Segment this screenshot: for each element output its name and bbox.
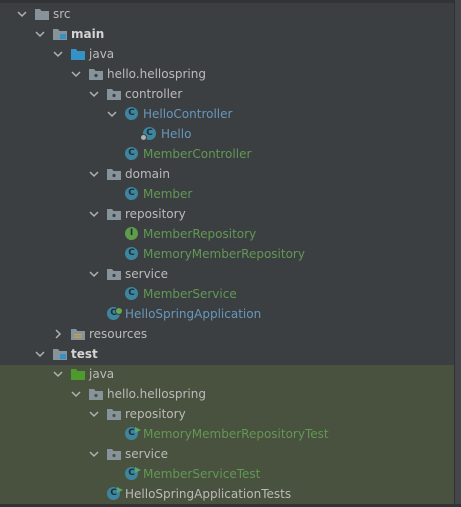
tree-node-test-java[interactable]: java <box>0 364 454 384</box>
tree-node-repository[interactable]: repository <box>0 204 454 224</box>
tree-node-label: Member <box>143 187 193 201</box>
vertical-scrollbar[interactable] <box>455 0 461 507</box>
chevron-down-icon[interactable] <box>88 208 100 220</box>
tree-node-test[interactable]: test <box>0 344 454 364</box>
tree-node-label: hello.hellospring <box>107 67 206 81</box>
inner-class-icon: C <box>140 127 156 141</box>
resources-folder-icon <box>71 329 85 340</box>
tree-node-label: hello.hellospring <box>107 387 206 401</box>
test-folder-icon <box>71 369 85 380</box>
test-class-icon: C <box>107 487 123 500</box>
chevron-down-icon[interactable] <box>34 28 46 40</box>
top-divider <box>0 0 461 3</box>
chevron-down-icon[interactable] <box>16 8 28 20</box>
tree-node-member-service[interactable]: C MemberService <box>0 284 454 304</box>
tree-node-label: HelloSpringApplication <box>125 307 262 321</box>
tree-node-test-service[interactable]: service <box>0 444 454 464</box>
tree-node-label: repository <box>125 407 186 421</box>
class-icon: C <box>125 187 138 200</box>
chevron-down-icon[interactable] <box>88 408 100 420</box>
tree-node-label: MemberController <box>143 147 252 161</box>
tree-node-service[interactable]: service <box>0 264 454 284</box>
spring-boot-class-icon: C <box>107 307 123 320</box>
tree-node-label: service <box>125 447 168 461</box>
tree-node-label: java <box>89 47 115 61</box>
package-icon <box>107 409 121 420</box>
tree-node-label: HelloSpringApplicationTests <box>125 487 292 501</box>
chevron-down-icon[interactable] <box>34 348 46 360</box>
class-icon: C <box>125 287 138 300</box>
package-icon <box>107 269 121 280</box>
tree-node-memory-member-repository-test[interactable]: C MemoryMemberRepositoryTest <box>0 424 454 444</box>
chevron-down-icon[interactable] <box>88 268 100 280</box>
tree-node-main[interactable]: main <box>0 24 454 44</box>
tree-node-member-service-test[interactable]: C MemberServiceTest <box>0 464 454 484</box>
chevron-down-icon[interactable] <box>70 68 82 80</box>
tree-node-hello-controller[interactable]: C HelloController <box>0 104 454 124</box>
tree-node-label: MemberServiceTest <box>143 467 261 481</box>
tree-node-label: Hello <box>161 127 192 141</box>
tree-node-label: service <box>125 267 168 281</box>
package-icon <box>107 89 121 100</box>
tree-node-label: src <box>53 7 71 21</box>
chevron-down-icon[interactable] <box>52 48 64 60</box>
tree-node-member-repository[interactable]: I MemberRepository <box>0 224 454 244</box>
tree-node-label: MemberRepository <box>143 227 257 241</box>
package-icon <box>107 169 121 180</box>
module-folder-icon <box>53 29 67 40</box>
tree-node-main-java[interactable]: java <box>0 44 454 64</box>
tree-node-label: main <box>71 27 105 41</box>
tree-node-resources[interactable]: resources <box>0 324 454 344</box>
tree-node-label: HelloController <box>143 107 233 121</box>
test-class-icon: C <box>125 427 141 440</box>
tree-node-memory-member-repository[interactable]: C MemoryMemberRepository <box>0 244 454 264</box>
tree-node-label: controller <box>125 87 183 101</box>
tree-node-hello-spring-application[interactable]: C HelloSpringApplication <box>0 304 454 324</box>
class-icon: C <box>125 247 138 260</box>
tree-node-label: resources <box>89 327 148 341</box>
chevron-down-icon[interactable] <box>106 108 118 120</box>
tree-node-test-repository[interactable]: repository <box>0 404 454 424</box>
module-folder-icon <box>53 349 67 360</box>
class-icon: C <box>125 107 138 120</box>
folder-icon <box>35 9 49 20</box>
tree-node-label: test <box>71 347 98 361</box>
tree-node-label: domain <box>125 167 170 181</box>
source-folder-icon <box>71 49 85 60</box>
tree-node-hello[interactable]: C Hello <box>0 124 454 144</box>
chevron-down-icon[interactable] <box>88 448 100 460</box>
tree-node-main-package[interactable]: hello.hellospring <box>0 64 454 84</box>
chevron-right-icon[interactable] <box>52 328 64 340</box>
interface-icon: I <box>125 227 138 240</box>
tree-node-label: MemoryMemberRepositoryTest <box>143 427 329 441</box>
package-icon <box>89 389 103 400</box>
package-icon <box>107 449 121 460</box>
tree-node-label: repository <box>125 207 186 221</box>
chevron-down-icon[interactable] <box>70 388 82 400</box>
chevron-down-icon[interactable] <box>88 168 100 180</box>
tree-node-domain[interactable]: domain <box>0 164 454 184</box>
tree-node-label: java <box>89 367 115 381</box>
package-icon <box>107 209 121 220</box>
tree-node-hello-spring-application-tests[interactable]: C HelloSpringApplicationTests <box>0 484 454 504</box>
tree-node-src[interactable]: src <box>0 4 454 24</box>
tree-node-test-package[interactable]: hello.hellospring <box>0 384 454 404</box>
tree-node-member[interactable]: C Member <box>0 184 454 204</box>
chevron-down-icon[interactable] <box>52 368 64 380</box>
tree-node-member-controller[interactable]: C MemberController <box>0 144 454 164</box>
class-icon: C <box>125 147 138 160</box>
tree-node-label: MemoryMemberRepository <box>143 247 305 261</box>
chevron-down-icon[interactable] <box>88 88 100 100</box>
test-class-icon: C <box>125 467 141 480</box>
package-icon <box>89 69 103 80</box>
tree-node-controller[interactable]: controller <box>0 84 454 104</box>
tree-node-label: MemberService <box>143 287 237 301</box>
